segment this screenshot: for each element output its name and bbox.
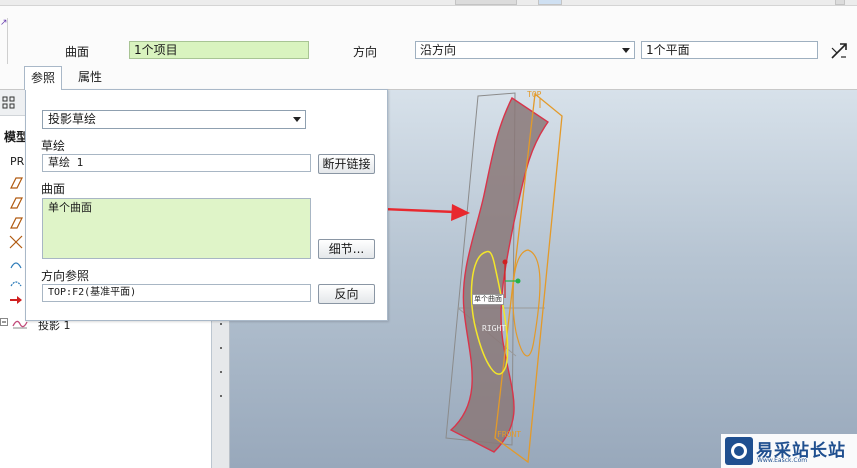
ribbon-control[interactable] — [835, 0, 845, 5]
splitter-grip — [220, 371, 222, 373]
direction-reference-collector[interactable]: TOP:F2(基准平面) — [42, 284, 311, 302]
surface-collector-list[interactable]: 单个曲面 — [42, 198, 311, 259]
right-plane-tag[interactable]: RIGHT — [482, 324, 506, 333]
ribbon-control[interactable] — [455, 0, 517, 5]
surface-list-item[interactable]: 单个曲面 — [48, 201, 92, 214]
top-plane-tag[interactable]: TOP — [527, 90, 541, 99]
feature-dashboard: ↗ 曲面 1个项目 方向 沿方向 1个平面 — [0, 0, 857, 90]
direction-label: 方向 — [353, 45, 378, 59]
watermark: 易采站长站 Www.Easck.Com — [721, 434, 857, 468]
surface-label: 曲面 — [41, 182, 66, 196]
axis-handle[interactable] — [502, 259, 508, 265]
direction-value: 沿方向 — [420, 43, 457, 57]
splitter-grip — [220, 395, 222, 397]
projected-curve[interactable] — [512, 249, 541, 357]
expand-icon[interactable] — [0, 316, 8, 328]
front-plane-tag[interactable]: FRONT — [497, 430, 521, 439]
tree-settings-icon[interactable] — [2, 96, 16, 110]
dashboard-left-marker: ↗ — [0, 18, 8, 64]
references-panel: 投影草绘 草绘 草绘 1 断开链接 曲面 单个曲面 细节... 方向参照 TOP… — [25, 89, 388, 321]
direction-reference-label: 方向参照 — [41, 269, 90, 283]
ribbon-control[interactable] — [538, 0, 562, 5]
tree-feature-icons — [9, 177, 23, 304]
model-tree-root[interactable]: PR — [10, 155, 24, 168]
splitter-grip — [220, 323, 222, 325]
sketch-label: 草绘 — [41, 139, 66, 153]
details-button[interactable]: 细节... — [318, 239, 375, 259]
tab-references[interactable]: 参照 — [24, 66, 63, 90]
flip-direction-icon[interactable] — [829, 41, 849, 61]
tab-properties[interactable]: 属性 — [72, 66, 108, 89]
splitter-grip — [220, 347, 222, 349]
surface-callout[interactable]: 单个曲面 — [472, 294, 504, 305]
marker-glyph: ↗ — [0, 18, 8, 28]
sketch-collector[interactable]: 草绘 1 — [42, 154, 311, 172]
break-link-button[interactable]: 断开链接 — [318, 154, 375, 174]
surface-collector[interactable]: 1个项目 — [129, 41, 309, 59]
reverse-button[interactable]: 反向 — [318, 284, 375, 304]
annotation-arrow-head — [451, 204, 470, 221]
ribbon-bottom-strip — [0, 0, 857, 6]
surface-label: 曲面 — [65, 45, 90, 59]
projection-type-value: 投影草绘 — [48, 112, 97, 126]
direction-plane-collector[interactable]: 1个平面 — [641, 41, 818, 59]
direction-dropdown[interactable]: 沿方向 — [415, 41, 635, 59]
projection-type-dropdown[interactable]: 投影草绘 — [42, 110, 306, 129]
watermark-subtitle: Www.Easck.Com — [757, 457, 808, 464]
watermark-logo-icon — [725, 437, 753, 465]
